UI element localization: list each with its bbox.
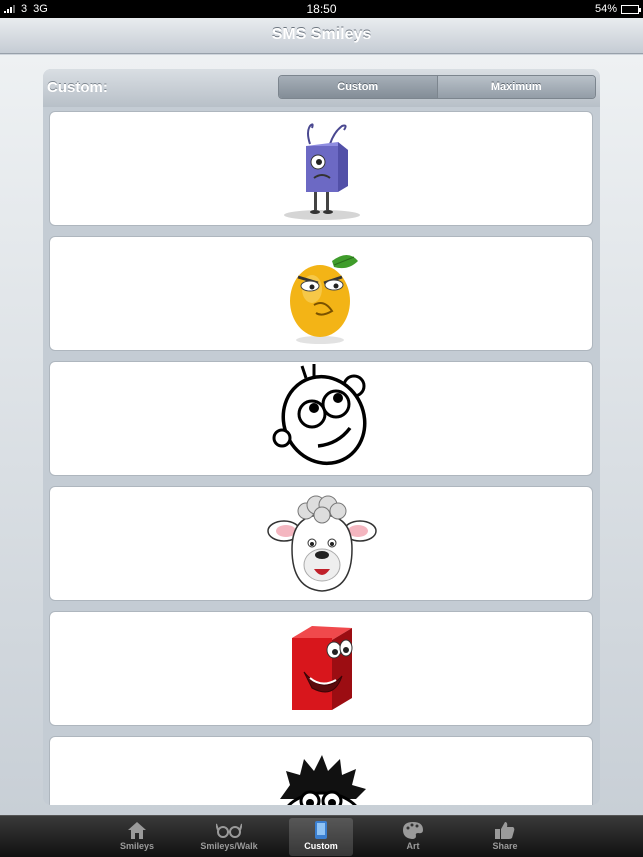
glasses-icon	[216, 823, 242, 838]
list-item[interactable]	[49, 611, 593, 726]
thumbs-up-icon	[495, 822, 515, 839]
orange-grumpy-smiley-icon	[290, 255, 358, 344]
content-area: Custom: Custom Maximum	[0, 55, 643, 815]
list-item[interactable]	[49, 361, 593, 476]
tab-label: Smileys	[119, 841, 155, 851]
tab-share[interactable]: Share	[473, 818, 537, 856]
segment-maximum[interactable]: Maximum	[436, 76, 595, 98]
status-bar: 3 3G 18:50 54%	[0, 0, 643, 18]
spiky-hair-smiley-icon	[280, 755, 366, 805]
battery-info: 54%	[594, 3, 641, 15]
tab-label: Share	[492, 841, 518, 851]
panel-label: Custom:	[47, 79, 108, 96]
page-title: SMS Smileys	[271, 26, 372, 43]
tab-smileys-walk[interactable]: Smileys/Walk	[197, 818, 261, 856]
status-time: 18:50	[306, 2, 337, 16]
tab-custom[interactable]: Custom	[289, 818, 353, 856]
home-icon	[128, 822, 146, 839]
tab-label: Art	[406, 841, 420, 851]
robot-box-smiley-icon	[284, 123, 360, 220]
list-item[interactable]	[49, 111, 593, 226]
panel-header: Custom: Custom Maximum	[43, 69, 600, 107]
sheep-smiley-icon	[267, 495, 377, 592]
palette-icon	[403, 822, 423, 839]
battery-percent: 54%	[594, 3, 617, 15]
navigation-bar: SMS Smileys	[0, 18, 643, 54]
smiley-panel: Custom: Custom Maximum	[43, 69, 600, 805]
list-item[interactable]	[49, 736, 593, 805]
battery-icon	[621, 4, 641, 14]
outline-face-smiley-icon	[272, 364, 367, 466]
list-item[interactable]	[49, 486, 593, 601]
tab-smileys[interactable]: Smileys	[105, 818, 169, 856]
tab-label: Custom	[304, 841, 338, 851]
red-cube-smiley-icon	[292, 626, 353, 710]
phone-icon	[315, 821, 327, 839]
segmented-control: Custom Maximum	[278, 75, 596, 99]
segment-custom[interactable]: Custom	[279, 76, 437, 98]
tab-art[interactable]: Art	[381, 818, 445, 856]
list-item[interactable]	[49, 236, 593, 351]
tab-bar: Smileys Smileys/Walk Custom Art Share	[0, 815, 643, 857]
tab-label: Smileys/Walk	[200, 841, 258, 851]
